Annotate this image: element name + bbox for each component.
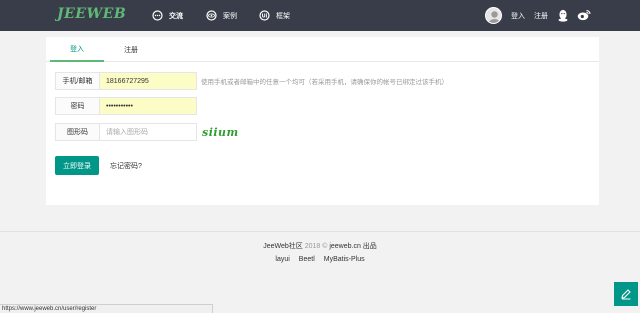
qq-icon[interactable] — [556, 8, 570, 22]
account-hint: 使用手机或者邮箱中的任意一个均可（若采用手机，请确保你的帐号已绑定过该手机） — [201, 79, 448, 86]
copyright: JeeWeb社区 2018 © jeeweb.cn 出品 — [0, 241, 640, 251]
site-logo[interactable]: JEEWEB — [57, 6, 126, 22]
tab-register[interactable]: 注册 — [104, 37, 158, 62]
tab-login[interactable]: 登入 — [50, 37, 104, 62]
register-link[interactable]: 注册 — [534, 11, 548, 21]
password-input[interactable]: ••••••••••• — [100, 97, 197, 115]
footer-divider — [0, 231, 640, 232]
status-bar-url: https://www.jeeweb.cn/user/register — [0, 304, 213, 313]
footer-site-link[interactable]: JeeWeb社区 — [263, 243, 303, 250]
captcha-image[interactable]: siium — [202, 126, 239, 139]
captcha-label: 图形码 — [55, 123, 100, 141]
footer-links: layui Beetl MyBatis-Plus — [0, 256, 640, 263]
footer-domain[interactable]: jeeweb.cn 出品 — [329, 243, 376, 250]
account-label: 手机/邮箱 — [55, 72, 100, 90]
weibo-icon[interactable] — [577, 8, 591, 22]
password-label: 密码 — [55, 97, 100, 115]
avatar[interactable] — [485, 7, 502, 24]
nav-label: 框架 — [276, 12, 290, 20]
eye-icon — [206, 10, 217, 21]
captcha-input[interactable]: 请输入图形码 — [100, 123, 197, 141]
nav-label: 交流 — [169, 12, 183, 20]
chat-icon — [152, 10, 163, 21]
nav-item-framework[interactable]: Ui 框架 — [259, 9, 290, 22]
ui-icon: Ui — [259, 10, 270, 21]
nav-item-cases[interactable]: 案例 — [206, 9, 237, 22]
footer-link-layui[interactable]: layui — [275, 256, 289, 263]
user-icon — [488, 11, 501, 23]
top-header: JEEWEB 交流 案例 Ui 框架 登入 注册 — [0, 0, 640, 31]
login-panel: 登入 注册 手机/邮箱 18166727295 使用手机或者邮箱中的任意一个均可… — [46, 37, 599, 205]
pencil-icon — [621, 289, 631, 300]
tab-bar: 登入 注册 — [46, 37, 599, 62]
nav-item-exchange[interactable]: 交流 — [152, 9, 183, 22]
login-button[interactable]: 立即登录 — [55, 156, 99, 175]
footer-link-mybatis-plus[interactable]: MyBatis-Plus — [324, 256, 365, 263]
account-input[interactable]: 18166727295 — [100, 72, 197, 90]
footer-link-beetl[interactable]: Beetl — [299, 256, 315, 263]
footer-year: 2018 © — [304, 243, 328, 250]
svg-text:Ui: Ui — [262, 13, 268, 19]
login-link[interactable]: 登入 — [511, 11, 525, 21]
forgot-password-link[interactable]: 忘记密码? — [110, 161, 142, 171]
edit-button[interactable] — [614, 282, 638, 306]
nav-label: 案例 — [223, 12, 237, 20]
